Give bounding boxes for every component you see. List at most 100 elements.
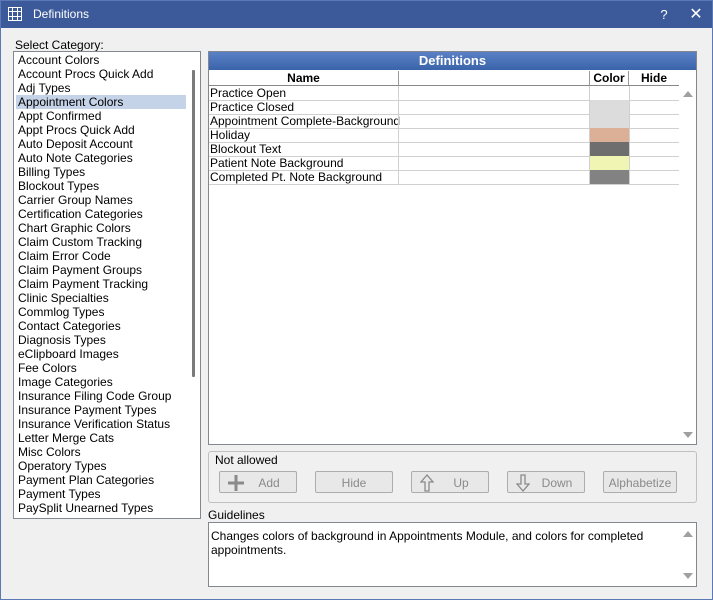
- guidelines-box: Changes colors of background in Appointm…: [208, 522, 697, 587]
- category-item[interactable]: Insurance Verification Status: [16, 417, 186, 431]
- scroll-up-icon[interactable]: [683, 91, 693, 97]
- category-item[interactable]: Claim Payment Tracking: [16, 277, 186, 291]
- category-item[interactable]: Account Procs Quick Add: [16, 67, 186, 81]
- category-item[interactable]: eClipboard Images: [16, 347, 186, 361]
- add-button-label: Add: [258, 476, 280, 490]
- column-header-blank: [399, 71, 590, 85]
- down-button[interactable]: Down: [507, 471, 585, 493]
- color-swatch[interactable]: [590, 170, 629, 184]
- definition-row[interactable]: Blockout Text: [209, 142, 679, 157]
- category-list[interactable]: Account Colors Account Procs Quick Add Adj…: [13, 51, 201, 519]
- category-item[interactable]: Claim Error Code: [16, 249, 186, 263]
- category-item[interactable]: PaySplit Unearned Types: [16, 501, 186, 515]
- definition-name: Holiday: [210, 128, 251, 142]
- category-item[interactable]: Blockout Types: [16, 179, 186, 193]
- app-grid-icon: [8, 7, 22, 21]
- category-item[interactable]: Auto Note Categories: [16, 151, 186, 165]
- definition-row[interactable]: Practice Open: [209, 86, 679, 101]
- category-item[interactable]: Image Categories: [16, 375, 186, 389]
- definition-row[interactable]: Completed Pt. Note Background: [209, 170, 679, 185]
- up-button[interactable]: Up: [411, 471, 489, 493]
- category-item[interactable]: Fee Colors: [16, 361, 186, 375]
- color-swatch[interactable]: [590, 114, 629, 128]
- definition-row[interactable]: Practice Closed: [209, 100, 679, 115]
- arrow-down-icon: [516, 474, 530, 492]
- category-item[interactable]: Claim Custom Tracking: [16, 235, 186, 249]
- cell-divider: [398, 114, 399, 128]
- category-item[interactable]: Payment Plan Categories: [16, 473, 186, 487]
- cell-divider: [398, 128, 399, 142]
- category-scrollbar-thumb[interactable]: [192, 70, 195, 377]
- definitions-scrollbar[interactable]: [679, 86, 696, 443]
- category-item[interactable]: Operatory Types: [16, 459, 186, 473]
- category-item[interactable]: Auto Deposit Account: [16, 137, 186, 151]
- category-item[interactable]: Chart Graphic Colors: [16, 221, 186, 235]
- hide-button-label: Hide: [341, 476, 367, 490]
- category-item[interactable]: Payment Types: [16, 487, 186, 501]
- definition-name: Patient Note Background: [210, 156, 344, 170]
- cell-divider: [398, 86, 399, 100]
- category-item[interactable]: Insurance Payment Types: [16, 403, 186, 417]
- guidelines-scroll-up-icon[interactable]: [683, 531, 693, 537]
- category-item[interactable]: Letter Merge Cats: [16, 431, 186, 445]
- category-item[interactable]: Carrier Group Names: [16, 193, 186, 207]
- cell-divider: [629, 100, 630, 114]
- plus-icon: [228, 475, 244, 491]
- help-button[interactable]: ?: [653, 5, 675, 25]
- scroll-down-icon[interactable]: [683, 432, 693, 438]
- category-item[interactable]: Commlog Types: [16, 305, 186, 319]
- guidelines-text: Changes colors of background in Appointm…: [211, 529, 644, 557]
- category-item[interactable]: Misc Colors: [16, 445, 186, 459]
- category-item[interactable]: Clinic Specialties: [16, 291, 186, 305]
- category-item[interactable]: Appt Procs Quick Add: [16, 123, 186, 137]
- color-swatch[interactable]: [590, 142, 629, 156]
- category-item[interactable]: Insurance Filing Code Group: [16, 389, 186, 403]
- select-category-label: Select Category:: [15, 38, 104, 52]
- color-swatch[interactable]: [590, 86, 629, 100]
- hide-button[interactable]: Hide: [315, 471, 393, 493]
- cell-divider: [629, 156, 630, 170]
- alphabetize-button[interactable]: Alphabetize: [603, 471, 677, 493]
- up-button-label: Up: [453, 476, 469, 490]
- definition-name: Practice Open: [210, 86, 287, 100]
- definition-name: Completed Pt. Note Background: [210, 170, 383, 184]
- category-item[interactable]: Adj Types: [16, 81, 186, 95]
- color-swatch[interactable]: [590, 156, 629, 170]
- close-button[interactable]: ✕: [685, 5, 707, 25]
- color-swatch[interactable]: [590, 128, 629, 142]
- arrow-up-icon: [420, 474, 434, 492]
- cell-divider: [629, 86, 630, 100]
- column-header-hide[interactable]: Hide: [630, 71, 678, 85]
- definition-name: Practice Closed: [210, 100, 295, 114]
- definition-row[interactable]: Appointment Complete-Background: [209, 114, 679, 129]
- cell-divider: [629, 170, 630, 184]
- not-allowed-label: Not allowed: [215, 453, 278, 467]
- definition-row[interactable]: Holiday: [209, 128, 679, 143]
- alphabetize-button-label: Alphabetize: [608, 476, 672, 490]
- color-swatch[interactable]: [590, 100, 629, 114]
- cell-divider: [629, 128, 630, 142]
- category-item[interactable]: Contact Categories: [16, 319, 186, 333]
- definition-row[interactable]: Patient Note Background: [209, 156, 679, 171]
- title-bar: Definitions ? ✕: [1, 1, 712, 28]
- definitions-title: Definitions: [209, 52, 696, 70]
- cell-divider: [398, 100, 399, 114]
- category-item[interactable]: Account Colors: [16, 53, 186, 67]
- category-item[interactable]: Diagnosis Types: [16, 333, 186, 347]
- category-item[interactable]: Claim Payment Groups: [16, 263, 186, 277]
- category-item[interactable]: Billing Types: [16, 165, 186, 179]
- definition-name: Appointment Complete-Background: [210, 114, 401, 128]
- guidelines-scroll-down-icon[interactable]: [683, 573, 693, 579]
- cell-divider: [629, 142, 630, 156]
- cell-divider: [398, 156, 399, 170]
- window-title: Definitions: [33, 7, 90, 21]
- column-header-color[interactable]: Color: [590, 71, 629, 85]
- cell-divider: [398, 142, 399, 156]
- guidelines-scrollbar[interactable]: [679, 523, 696, 586]
- add-button[interactable]: Add: [219, 471, 297, 493]
- category-item[interactable]: Certification Categories: [16, 207, 186, 221]
- cell-divider: [398, 170, 399, 184]
- column-header-name[interactable]: Name: [209, 71, 399, 85]
- category-item[interactable]: Appointment Colors: [16, 95, 186, 109]
- category-item[interactable]: Appt Confirmed: [16, 109, 186, 123]
